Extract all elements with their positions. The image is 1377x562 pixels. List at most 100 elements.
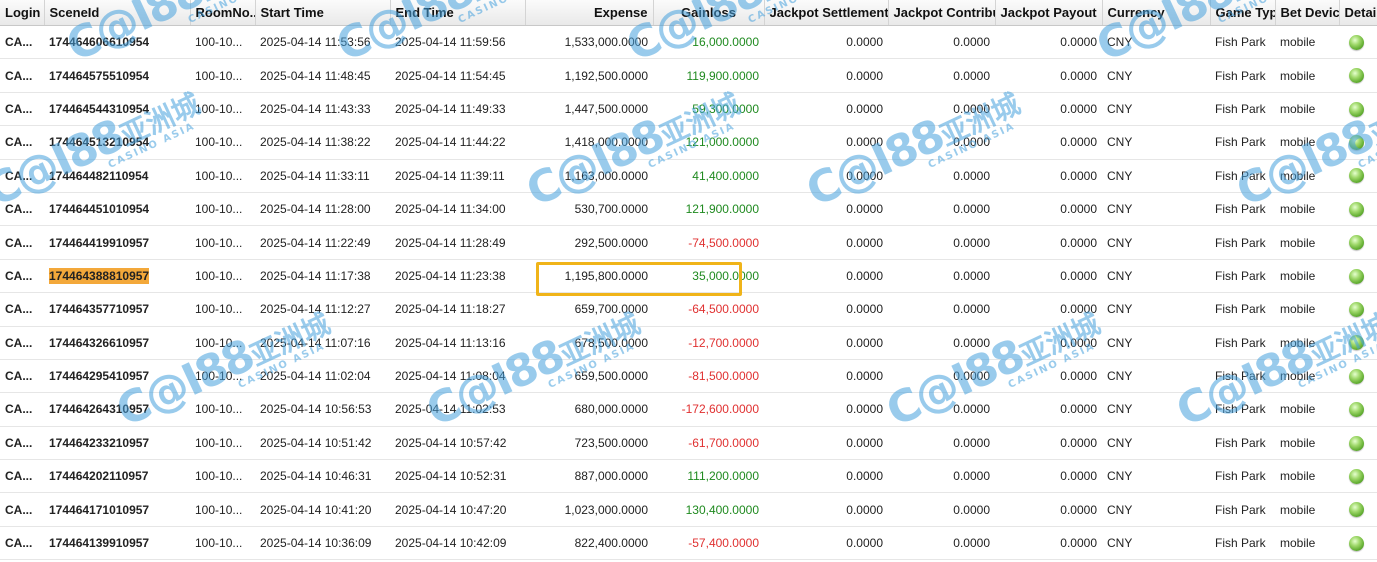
bet-device-cell: mobile xyxy=(1275,225,1339,260)
column-header-login[interactable]: Login xyxy=(0,0,45,26)
table-row[interactable]: CA... 174464606610954 100-10... 2025-04-14 … xyxy=(0,25,1377,60)
column-header-end-time[interactable]: End Time xyxy=(390,0,526,26)
details-icon[interactable] xyxy=(1349,535,1364,551)
table-row[interactable]: CA... 174464575510954 100-10... 2025-04-14 … xyxy=(0,58,1377,93)
details-icon[interactable] xyxy=(1349,201,1364,217)
expense-cell: 659,700.0000 xyxy=(525,292,653,327)
game-type-cell: Fish Park xyxy=(1210,492,1275,527)
expense-cell: 1,195,800.0000 xyxy=(525,259,653,294)
table-row[interactable]: CA... 174464295410957 100-10... 2025-04-14 … xyxy=(0,359,1377,394)
jackpot-settlement-cell: 0.0000 xyxy=(764,225,888,260)
table-row[interactable]: CA... 174464202110957 100-10... 2025-04-14 … xyxy=(0,459,1377,494)
details-icon[interactable] xyxy=(1349,34,1364,50)
bet-device-cell: mobile xyxy=(1275,125,1339,160)
room-no-cell: 100-10... xyxy=(190,225,255,260)
jackpot-payout-cell: 0.0000 xyxy=(995,392,1102,427)
details-icon[interactable] xyxy=(1349,268,1364,284)
scene-id-cell: 174464264310957 xyxy=(44,392,190,427)
table-header-row: Login SceneId RoomNo... Start Time End T… xyxy=(0,0,1377,26)
table-row[interactable]: CA... 174464233210957 100-10... 2025-04-14 … xyxy=(0,426,1377,461)
end-time-cell: 2025-04-14 10:52:31 xyxy=(390,459,525,494)
currency-cell: CNY xyxy=(1102,426,1210,461)
login-cell: CA... xyxy=(0,225,44,260)
expense-cell: 723,500.0000 xyxy=(525,426,653,461)
table-row[interactable]: CA... 174464513210954 100-10... 2025-04-14 … xyxy=(0,125,1377,160)
jackpot-payout-cell: 0.0000 xyxy=(995,259,1102,294)
details-icon[interactable] xyxy=(1349,335,1364,351)
jackpot-settlement-cell: 0.0000 xyxy=(764,92,888,127)
table-row[interactable]: CA... 174464139910957 100-10... 2025-04-14 … xyxy=(0,526,1377,561)
jackpot-contribution-cell: 0.0000 xyxy=(888,125,995,160)
scene-id-cell: 174464171010957 xyxy=(44,492,190,527)
gainloss-cell: -64,500.0000 xyxy=(653,292,764,327)
login-cell: CA... xyxy=(0,292,44,327)
table-row[interactable]: CA... 174464482110954 100-10... 2025-04-14 … xyxy=(0,159,1377,193)
column-header-expense[interactable]: Expense xyxy=(525,0,654,26)
game-type-cell: Fish Park xyxy=(1210,125,1275,160)
details-icon[interactable] xyxy=(1349,235,1364,251)
jackpot-payout-cell: 0.0000 xyxy=(995,58,1102,93)
table-row[interactable]: CA... 174464419910957 100-10... 2025-04-14 … xyxy=(0,225,1377,260)
table-row[interactable]: CA... 174464357710957 100-10... 2025-04-14 … xyxy=(0,292,1377,327)
jackpot-contribution-cell: 0.0000 xyxy=(888,492,995,527)
currency-cell: CNY xyxy=(1102,125,1210,160)
details-icon[interactable] xyxy=(1349,135,1364,151)
details-cell xyxy=(1339,192,1377,227)
column-header-game-type[interactable]: Game Typ xyxy=(1210,0,1276,26)
details-icon[interactable] xyxy=(1349,402,1364,418)
game-type-cell: Fish Park xyxy=(1210,58,1275,93)
currency-cell: CNY xyxy=(1102,159,1210,193)
column-header-currency[interactable]: Currency xyxy=(1102,0,1211,26)
currency-cell: CNY xyxy=(1102,526,1210,561)
gainloss-cell: 41,400.0000 xyxy=(653,159,764,193)
bet-device-cell: mobile xyxy=(1275,192,1339,227)
details-cell xyxy=(1339,526,1377,561)
bet-device-cell: mobile xyxy=(1275,392,1339,427)
column-header-jackpot-payout[interactable]: Jackpot Payout xyxy=(995,0,1103,26)
login-cell: CA... xyxy=(0,125,44,160)
column-header-jackpot-settlement[interactable]: Jackpot Settlement xyxy=(764,0,889,26)
column-header-gainloss[interactable]: Gainloss xyxy=(653,0,765,26)
table-row[interactable]: CA... 174464264310957 100-10... 2025-04-14 … xyxy=(0,392,1377,427)
details-icon[interactable] xyxy=(1349,301,1364,317)
jackpot-settlement-cell: 0.0000 xyxy=(764,426,888,461)
start-time-cell: 2025-04-14 11:48:45 xyxy=(255,58,390,93)
start-time-cell: 2025-04-14 11:17:38 xyxy=(255,259,390,294)
table-row[interactable]: CA... 174464388810957 100-10... 2025-04-14 … xyxy=(0,259,1377,294)
details-icon[interactable] xyxy=(1349,435,1364,451)
jackpot-settlement-cell: 0.0000 xyxy=(764,492,888,527)
jackpot-settlement-cell: 0.0000 xyxy=(764,526,888,561)
table-row[interactable]: CA... 174464544310954 100-10... 2025-04-14 … xyxy=(0,92,1377,127)
start-time-cell: 2025-04-14 10:46:31 xyxy=(255,459,390,494)
expense-cell: 1,533,000.0000 xyxy=(525,25,653,60)
table-body: CA... 174464606610954 100-10... 2025-04-14 … xyxy=(0,25,1377,561)
room-no-cell: 100-10... xyxy=(190,426,255,461)
login-cell: CA... xyxy=(0,259,44,294)
expense-cell: 659,500.0000 xyxy=(525,359,653,394)
table-row[interactable]: CA... 174464326610957 100-10... 2025-04-14 … xyxy=(0,326,1377,360)
currency-cell: CNY xyxy=(1102,392,1210,427)
details-icon[interactable] xyxy=(1349,502,1364,518)
room-no-cell: 100-10... xyxy=(190,259,255,294)
start-time-cell: 2025-04-14 11:02:04 xyxy=(255,359,390,394)
details-icon[interactable] xyxy=(1349,101,1364,117)
column-header-sceneid[interactable]: SceneId xyxy=(44,0,191,26)
column-header-roomno[interactable]: RoomNo... xyxy=(190,0,256,26)
details-icon[interactable] xyxy=(1349,368,1364,384)
column-header-bet-device[interactable]: Bet Devic xyxy=(1275,0,1340,26)
game-records-table: Login SceneId RoomNo... Start Time End T… xyxy=(0,0,1377,561)
details-icon[interactable] xyxy=(1349,468,1364,484)
column-header-details[interactable]: Details xyxy=(1339,0,1377,26)
login-cell: CA... xyxy=(0,326,44,360)
scene-id-cell: 174464575510954 xyxy=(44,58,190,93)
table-row[interactable]: CA... 174464171010957 100-10... 2025-04-14 … xyxy=(0,492,1377,527)
details-icon[interactable] xyxy=(1349,168,1364,184)
expense-cell: 887,000.0000 xyxy=(525,459,653,494)
gainloss-cell: -61,700.0000 xyxy=(653,426,764,461)
details-icon[interactable] xyxy=(1349,68,1364,84)
game-type-cell: Fish Park xyxy=(1210,426,1275,461)
column-header-start-time[interactable]: Start Time xyxy=(255,0,391,26)
scene-id-cell: 174464326610957 xyxy=(44,326,190,360)
table-row[interactable]: CA... 174464451010954 100-10... 2025-04-14 … xyxy=(0,192,1377,227)
column-header-jackpot-contribution[interactable]: Jackpot Contribu xyxy=(888,0,996,26)
